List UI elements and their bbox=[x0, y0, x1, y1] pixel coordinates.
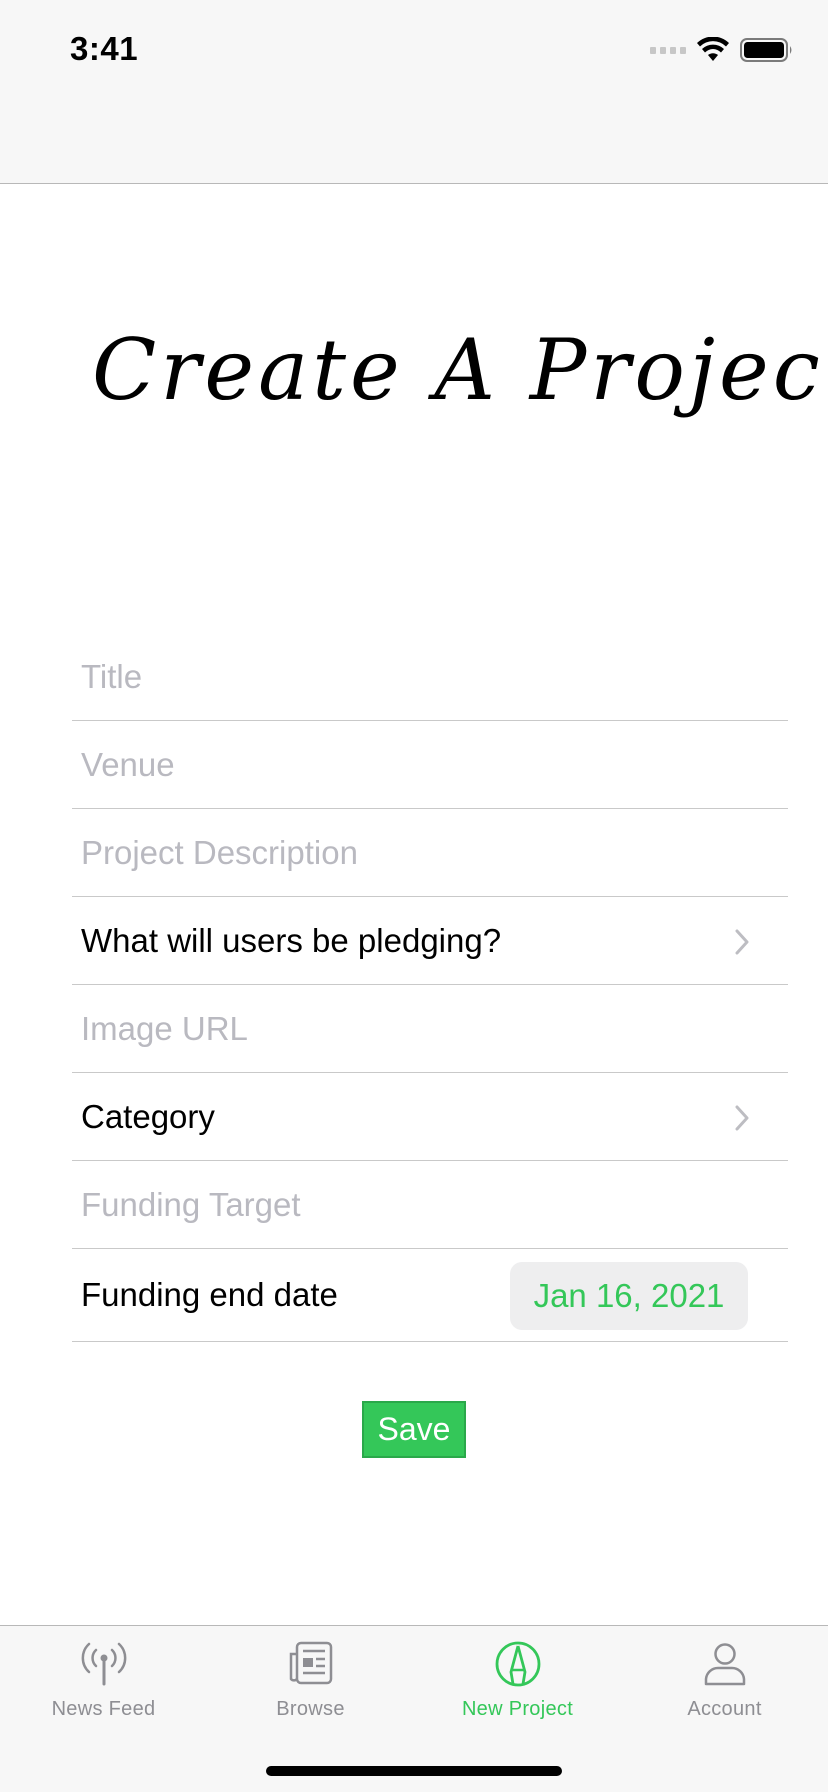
tab-label: News Feed bbox=[51, 1698, 156, 1720]
chevron-right-icon bbox=[735, 1105, 749, 1131]
funding-end-date-row: Funding end date Jan 16, 2021 bbox=[72, 1249, 788, 1342]
project-description-field[interactable]: Project Description bbox=[72, 809, 788, 897]
title-field[interactable]: Title bbox=[72, 633, 788, 721]
tab-label: New Project bbox=[461, 1698, 574, 1720]
tab-label: Browse bbox=[276, 1698, 345, 1720]
navigation-bar: 3:41 bbox=[0, 0, 828, 184]
project-form: Title Venue Project Description What wil… bbox=[72, 633, 788, 1342]
save-button[interactable]: Save bbox=[362, 1401, 466, 1458]
title-placeholder: Title bbox=[81, 657, 143, 695]
cellular-signal-icon bbox=[650, 46, 686, 54]
battery-icon bbox=[740, 38, 792, 62]
venue-field[interactable]: Venue bbox=[72, 721, 788, 809]
image-url-placeholder: Image URL bbox=[81, 1009, 248, 1047]
tab-account[interactable]: Account bbox=[621, 1640, 828, 1740]
pledging-label: What will users be pledging? bbox=[81, 921, 502, 959]
category-row[interactable]: Category bbox=[72, 1073, 788, 1161]
newspaper-icon bbox=[289, 1641, 332, 1685]
home-indicator bbox=[266, 1766, 562, 1776]
chevron-right-icon bbox=[735, 929, 749, 955]
status-time: 3:41 bbox=[70, 30, 139, 67]
wifi-icon bbox=[697, 37, 729, 61]
venue-placeholder: Venue bbox=[81, 745, 175, 783]
funding-end-date-label: Funding end date bbox=[81, 1276, 338, 1313]
pencil-circle-icon bbox=[495, 1641, 540, 1687]
status-icons bbox=[650, 36, 794, 64]
funding-end-date-picker[interactable]: Jan 16, 2021 bbox=[510, 1262, 748, 1330]
tab-new-project[interactable]: New Project bbox=[414, 1640, 621, 1740]
funding-target-placeholder: Funding Target bbox=[81, 1185, 301, 1223]
category-label: Category bbox=[81, 1097, 215, 1135]
tab-browse[interactable]: Browse bbox=[207, 1640, 414, 1740]
image-url-field[interactable]: Image URL bbox=[72, 985, 788, 1073]
tab-label: Account bbox=[687, 1698, 762, 1720]
project-description-placeholder: Project Description bbox=[81, 833, 358, 871]
tab-news-feed[interactable]: News Feed bbox=[0, 1640, 207, 1740]
person-icon bbox=[704, 1643, 745, 1686]
funding-target-field[interactable]: Funding Target bbox=[72, 1161, 788, 1249]
page-title: Create A Project bbox=[92, 321, 828, 419]
antenna-icon bbox=[81, 1642, 126, 1686]
pledging-row[interactable]: What will users be pledging? bbox=[72, 897, 788, 985]
